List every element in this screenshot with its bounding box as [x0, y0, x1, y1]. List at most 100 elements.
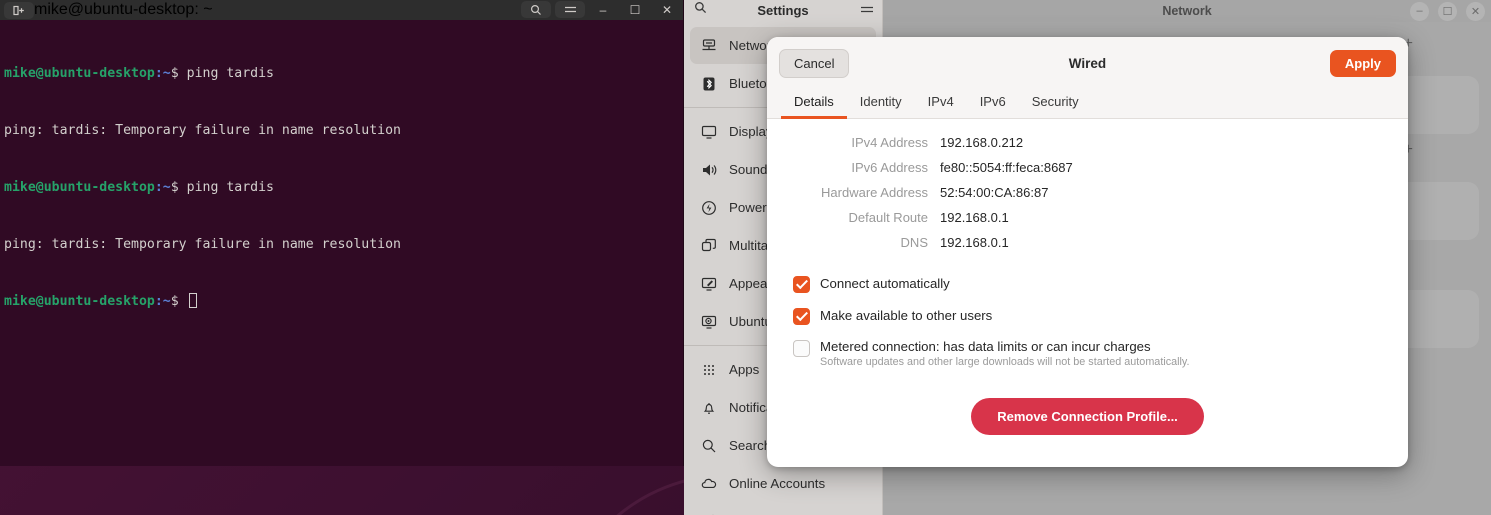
- network-window-controls[interactable]: – ☐ ✕: [1410, 1, 1485, 21]
- apps-grid-icon: [700, 361, 717, 378]
- terminal-prompt-path: :~: [154, 66, 171, 81]
- detail-label: Hardware Address: [821, 185, 928, 200]
- dialog-checkbox-group[interactable]: Connect automatically Make available to …: [767, 275, 1408, 368]
- settings-search-button[interactable]: [694, 1, 707, 19]
- terminal-new-tab-button[interactable]: [4, 1, 34, 19]
- terminal-line: mike@ubuntu-desktop:~$ ping tardis: [4, 178, 677, 197]
- terminal-prompt-user: mike@ubuntu-desktop: [4, 66, 155, 81]
- terminal-prompt-path: :~: [154, 180, 171, 195]
- settings-sidebar-header: Settings: [684, 0, 882, 20]
- screen: mike@ubuntu-desktop: ~ – ☐ ✕ mike@ubuntu…: [0, 0, 1491, 515]
- checkbox-row-make-available-to-other-users[interactable]: Make available to other users: [793, 307, 1408, 325]
- terminal-minimize-button[interactable]: –: [589, 1, 617, 18]
- bell-icon: [700, 399, 717, 416]
- detail-value: fe80::5054:ff:feca:8687: [940, 160, 1073, 175]
- tab-details[interactable]: Details: [781, 92, 847, 119]
- detail-row-ipv6-address: IPv6 Address fe80::5054:ff:feca:8687: [787, 160, 1408, 185]
- detail-row-dns: DNS 192.168.0.1: [787, 235, 1408, 260]
- terminal-maximize-button[interactable]: ☐: [621, 1, 649, 18]
- terminal-menu-button[interactable]: [555, 1, 585, 18]
- cancel-button[interactable]: Cancel: [779, 48, 850, 78]
- network-maximize-button[interactable]: ☐: [1438, 1, 1457, 21]
- checkbox-label: Make available to other users: [820, 308, 993, 323]
- network-window-title: Network: [1162, 4, 1212, 18]
- settings-title: Settings: [757, 2, 809, 18]
- network-titlebar[interactable]: Network – ☐ ✕: [883, 0, 1491, 22]
- checkbox-metered-connection[interactable]: [793, 340, 810, 357]
- checkbox-sublabel: Software updates and other large downloa…: [820, 356, 1190, 368]
- display-icon: [700, 123, 717, 140]
- appearance-icon: [700, 275, 717, 292]
- terminal-close-button[interactable]: ✕: [653, 1, 681, 18]
- bluetooth-icon: [700, 75, 717, 92]
- detail-value: 192.168.0.1: [940, 210, 1009, 225]
- search-icon: [530, 4, 541, 15]
- power-icon: [700, 199, 717, 216]
- checkbox-label: Connect automatically: [820, 276, 950, 291]
- dialog-title: Wired: [1068, 55, 1107, 71]
- sidebar-item-label: Apps: [729, 362, 760, 377]
- apply-button[interactable]: Apply: [1329, 49, 1396, 77]
- terminal-cursor: [188, 293, 197, 308]
- sidebar-item-label: Online Accounts: [729, 476, 826, 491]
- remove-connection-profile-button[interactable]: Remove Connection Profile...: [971, 398, 1204, 435]
- checkbox-row-connect-automatically[interactable]: Connect automatically: [793, 275, 1408, 293]
- checkbox-row-metered-connection[interactable]: Metered connection: has data limits or c…: [793, 339, 1408, 368]
- sound-icon: [700, 161, 717, 178]
- terminal-command: ping tardis: [186, 66, 274, 81]
- terminal-prompt-user: mike@ubuntu-desktop: [4, 294, 155, 309]
- detail-row-default-route: Default Route 192.168.0.1: [787, 210, 1408, 235]
- detail-label: IPv4 Address: [851, 135, 928, 150]
- ubuntu-desktop-icon: [700, 313, 717, 330]
- detail-row-hardware-address: Hardware Address 52:54:00:CA:86:87: [787, 185, 1408, 210]
- terminal-output[interactable]: mike@ubuntu-desktop:~$ ping tardis ping:…: [0, 20, 683, 349]
- settings-window[interactable]: Settings Network Bluetooth Displays Soun…: [684, 0, 1491, 515]
- terminal-title: mike@ubuntu-desktop: ~: [34, 1, 213, 18]
- dialog-tabs[interactable]: Details Identity IPv4 IPv6 Security: [767, 89, 1408, 119]
- detail-row-ipv4-address: IPv4 Address 192.168.0.212: [787, 135, 1408, 160]
- terminal-line: mike@ubuntu-desktop:~$: [4, 292, 677, 311]
- sidebar-item-label: Power: [729, 200, 767, 215]
- checkbox-connect-automatically[interactable]: [793, 276, 810, 293]
- terminal-prompt-symbol: $: [170, 180, 187, 195]
- sidebar-item-label: Search: [729, 438, 772, 453]
- tab-security[interactable]: Security: [1019, 92, 1092, 119]
- sidebar-item-label: Sound: [729, 162, 768, 177]
- tab-ipv4[interactable]: IPv4: [915, 92, 967, 119]
- detail-label: DNS: [900, 235, 928, 250]
- terminal-line: mike@ubuntu-desktop:~$ ping tardis: [4, 64, 677, 83]
- terminal-prompt-symbol: $: [170, 294, 187, 309]
- checkbox-make-available-to-other-users[interactable]: [793, 308, 810, 325]
- network-icon: [700, 37, 717, 54]
- multitasking-icon: [700, 237, 717, 254]
- sidebar-item-online-accounts[interactable]: Online Accounts: [690, 465, 876, 502]
- network-close-button[interactable]: ✕: [1466, 1, 1485, 21]
- detail-value: 52:54:00:CA:86:87: [940, 185, 1049, 200]
- settings-menu-button[interactable]: [860, 1, 874, 19]
- terminal-prompt-user: mike@ubuntu-desktop: [4, 180, 155, 195]
- dialog-footer: Remove Connection Profile...: [767, 398, 1408, 435]
- network-minimize-button[interactable]: –: [1410, 1, 1429, 21]
- dialog-header: Cancel Wired Apply: [767, 37, 1408, 89]
- terminal-prompt-symbol: $: [170, 66, 187, 81]
- hamburger-icon: [861, 6, 873, 13]
- terminal-search-button[interactable]: [521, 1, 551, 18]
- detail-value: 192.168.0.212: [940, 135, 1024, 150]
- wired-connection-dialog[interactable]: Cancel Wired Apply Details Identity IPv4…: [767, 37, 1408, 467]
- terminal-titlebar[interactable]: mike@ubuntu-desktop: ~ – ☐ ✕: [0, 0, 683, 20]
- tab-ipv6[interactable]: IPv6: [967, 92, 1019, 119]
- search-icon: [695, 2, 707, 14]
- detail-value: 192.168.0.1: [940, 235, 1009, 250]
- detail-label: IPv6 Address: [851, 160, 928, 175]
- tab-identity[interactable]: Identity: [847, 92, 915, 119]
- terminal-command: ping tardis: [186, 180, 274, 195]
- hamburger-icon: [564, 6, 576, 13]
- terminal-line: ping: tardis: Temporary failure in name …: [4, 123, 401, 138]
- terminal-window[interactable]: mike@ubuntu-desktop: ~ – ☐ ✕ mike@ubuntu…: [0, 0, 684, 466]
- new-tab-icon: [12, 5, 24, 15]
- terminal-line: ping: tardis: Temporary failure in name …: [4, 237, 401, 252]
- terminal-prompt-path: :~: [154, 294, 171, 309]
- connection-details-list: IPv4 Address 192.168.0.212 IPv6 Address …: [767, 135, 1408, 260]
- sidebar-item-sharing[interactable]: Sharing: [690, 503, 876, 515]
- dialog-body: IPv4 Address 192.168.0.212 IPv6 Address …: [767, 119, 1408, 435]
